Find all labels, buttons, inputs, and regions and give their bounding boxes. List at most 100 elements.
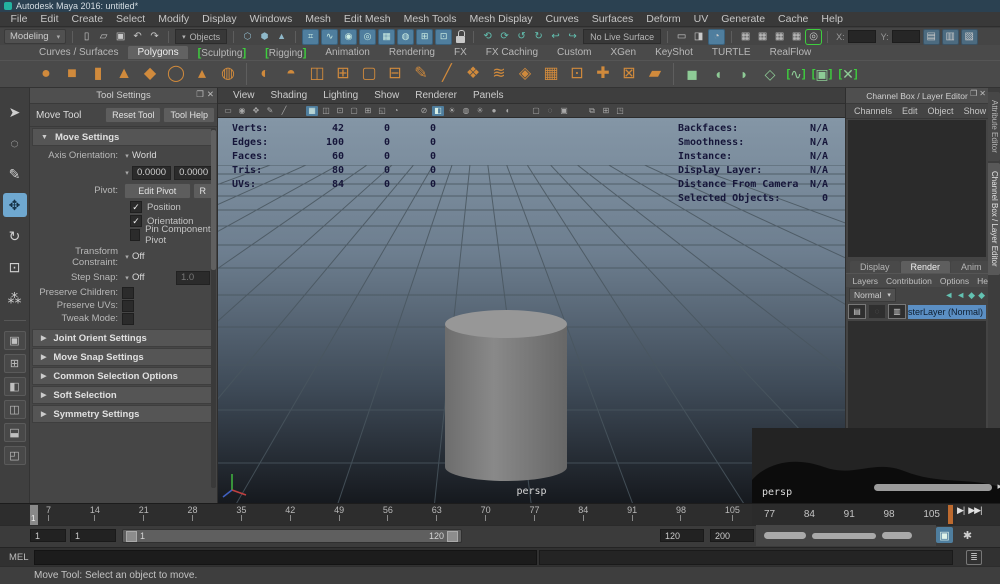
exposure-icon[interactable]: ●	[488, 106, 500, 116]
no-character-set-icon[interactable]: ▣	[936, 527, 953, 543]
bookmarks-icon[interactable]: ◉	[236, 106, 248, 116]
render-current-frame-icon[interactable]: ▭	[674, 30, 689, 44]
render-layer-row[interactable]: ▤ ◌ ▥ masterLayer (Normal)	[846, 303, 988, 320]
menu-item[interactable]: Modify	[152, 13, 196, 25]
extract-icon[interactable]: ◫	[305, 62, 329, 86]
menu-item[interactable]: Windows	[243, 13, 299, 25]
multi-cut-icon[interactable]: ⊡	[565, 62, 589, 86]
screen-space-ao-icon[interactable]: ◱	[376, 106, 388, 116]
menu-item[interactable]: Deform	[640, 13, 687, 25]
menu-item[interactable]: Display	[196, 13, 243, 25]
menu-item[interactable]: Select	[110, 13, 152, 25]
menu-item[interactable]: Edit	[34, 13, 65, 25]
layer-editor-menu-item[interactable]: Options	[936, 276, 972, 286]
tool-help-button[interactable]: Tool Help	[163, 107, 215, 123]
viewport-menu-item[interactable]: Show	[367, 90, 406, 101]
snap-to-view-plane-icon[interactable]: ▦	[378, 29, 395, 45]
step-snap-value[interactable]: Off	[132, 272, 176, 283]
layer-next-icon[interactable]: ◄	[956, 290, 965, 301]
viewport-toolbar-icon[interactable]	[572, 106, 584, 116]
menu-item[interactable]: Surfaces	[585, 13, 639, 25]
chevron-down-icon[interactable]: ▾	[122, 274, 132, 282]
layout-hypershade-icon[interactable]: ◰	[4, 446, 26, 465]
snap-to-curve-icon[interactable]: ∿	[321, 29, 338, 45]
toggle-tool-settings-icon[interactable]: ▥	[942, 29, 959, 45]
toggle-attribute-editor-icon[interactable]: ▤	[923, 29, 940, 45]
poly-cube-icon[interactable]: ■	[60, 62, 84, 86]
grid-toggle-icon[interactable]: ▦	[755, 30, 770, 44]
extrude-icon[interactable]: ◈	[513, 62, 537, 86]
mel-label[interactable]: MEL	[9, 552, 29, 563]
new-empty-layer-icon[interactable]: ◆	[968, 290, 975, 301]
pivot-y-field[interactable]: 0.0000	[174, 166, 213, 180]
range-end-handle[interactable]	[447, 531, 458, 542]
relax-sculpt-icon[interactable]: [◗]	[732, 62, 756, 86]
animation-start-field[interactable]: 1	[30, 529, 66, 542]
playback-end-field[interactable]: 120	[660, 529, 704, 542]
bridge-icon[interactable]: ≋	[487, 62, 511, 86]
save-scene-icon[interactable]: ▣	[113, 30, 128, 44]
viewport-menu-item[interactable]: View	[226, 90, 262, 101]
layer-prev-icon[interactable]: ◄	[944, 290, 953, 301]
reduce-icon[interactable]: ⊟	[383, 62, 407, 86]
poly-cylinder-icon[interactable]: ▮	[86, 62, 110, 86]
close-panel-icon[interactable]: ✕	[207, 89, 214, 100]
shelf-tab[interactable]: [FX Caching]	[477, 46, 547, 59]
snap-to-point-icon[interactable]: ◉	[340, 29, 357, 45]
flatten-sculpt-icon[interactable]: [▣]	[810, 62, 834, 86]
layer-editor-tab[interactable]: Anim	[951, 261, 992, 273]
checkbox[interactable]	[130, 215, 142, 227]
panel-layout-a-icon[interactable]: ⧉	[586, 106, 598, 116]
make-live-icon[interactable]: ◍	[397, 29, 414, 45]
checkbox[interactable]	[122, 287, 134, 299]
toggle-channel-box-icon[interactable]: ▧	[961, 29, 978, 45]
pinch-sculpt-icon[interactable]: [∿]	[784, 62, 808, 86]
step-snap-size-field[interactable]: 1.0	[176, 271, 210, 285]
paint-select-tool-icon[interactable]: ✎	[3, 162, 27, 186]
section-move-settings[interactable]: ▼ Move Settings	[32, 128, 215, 146]
insert-edge-loop-icon[interactable]: ✚	[591, 62, 615, 86]
new-scene-icon[interactable]: ▯	[79, 30, 94, 44]
checkbox[interactable]	[122, 313, 134, 325]
script-editor-icon[interactable]: ≣	[966, 550, 982, 565]
menu-item[interactable]: Create	[65, 13, 110, 25]
range-start-handle[interactable]	[126, 531, 137, 542]
hud-toggle-icon[interactable]: ▦	[738, 30, 753, 44]
poly-torus-icon[interactable]: ◯	[164, 62, 188, 86]
paint-effects-icon[interactable]: ◎	[806, 30, 821, 44]
layout-four-pane-icon[interactable]: ⊞	[4, 354, 26, 373]
layout-two-pane-icon[interactable]: ◫	[4, 400, 26, 419]
scene-3d[interactable]: Verts:4200 Edges:10000 Faces:6000 Tris:8…	[218, 118, 845, 505]
pin-panel-icon[interactable]: ❐	[196, 89, 204, 100]
multisample-icon[interactable]: ⊘	[418, 106, 430, 116]
shelf-tab[interactable]: [TURTLE]	[703, 46, 760, 59]
select-tool-icon[interactable]: ➤	[3, 100, 27, 124]
viewport-menu-item[interactable]: Shading	[264, 90, 315, 101]
poly-cylinder-object[interactable]	[445, 310, 567, 481]
selection-mask-dropdown[interactable]: ▾ Objects	[175, 29, 227, 44]
poly-pipe-icon[interactable]: ◍	[216, 62, 240, 86]
reset-tool-button[interactable]: Reset Tool	[105, 107, 161, 123]
open-scene-icon[interactable]: ▱	[96, 30, 111, 44]
greyed-b-icon[interactable]: ◌	[544, 106, 556, 116]
ipr-render-icon[interactable]: ◨	[691, 30, 706, 44]
shelf-tab[interactable]: [KeyShot]	[646, 46, 702, 59]
textured-icon[interactable]: ⊡	[334, 106, 346, 116]
go-to-end-icon[interactable]: ▶▶|	[968, 505, 981, 516]
select-component-icon[interactable]: ▲	[274, 30, 289, 44]
gamma-icon[interactable]: ◐	[502, 106, 514, 116]
menu-item[interactable]: Mesh	[299, 13, 338, 25]
x-ray-icon[interactable]: ✳	[474, 106, 486, 116]
snap-to-projected-center-icon[interactable]: ◎	[359, 29, 376, 45]
sculpt-tool-icon[interactable]: [◼]	[680, 62, 704, 86]
shelf-tab[interactable]: [Polygons]	[128, 46, 187, 59]
shaded-icon[interactable]: ◫	[320, 106, 332, 116]
shelf-tab[interactable]: [Rigging]	[256, 46, 315, 60]
history-list-icon[interactable]: ↩	[548, 30, 563, 44]
quad-draw-icon[interactable]: ▰	[643, 62, 667, 86]
collapsed-section[interactable]: ▶ Common Selection Options	[32, 367, 215, 385]
wireframe-icon[interactable]: ▦	[306, 106, 318, 116]
layer-renderable-icon[interactable]: ◌	[868, 304, 886, 319]
lasso-select-tool-icon[interactable]: ◌	[3, 131, 27, 155]
layout-persp-graph-icon[interactable]: ⬓	[4, 423, 26, 442]
